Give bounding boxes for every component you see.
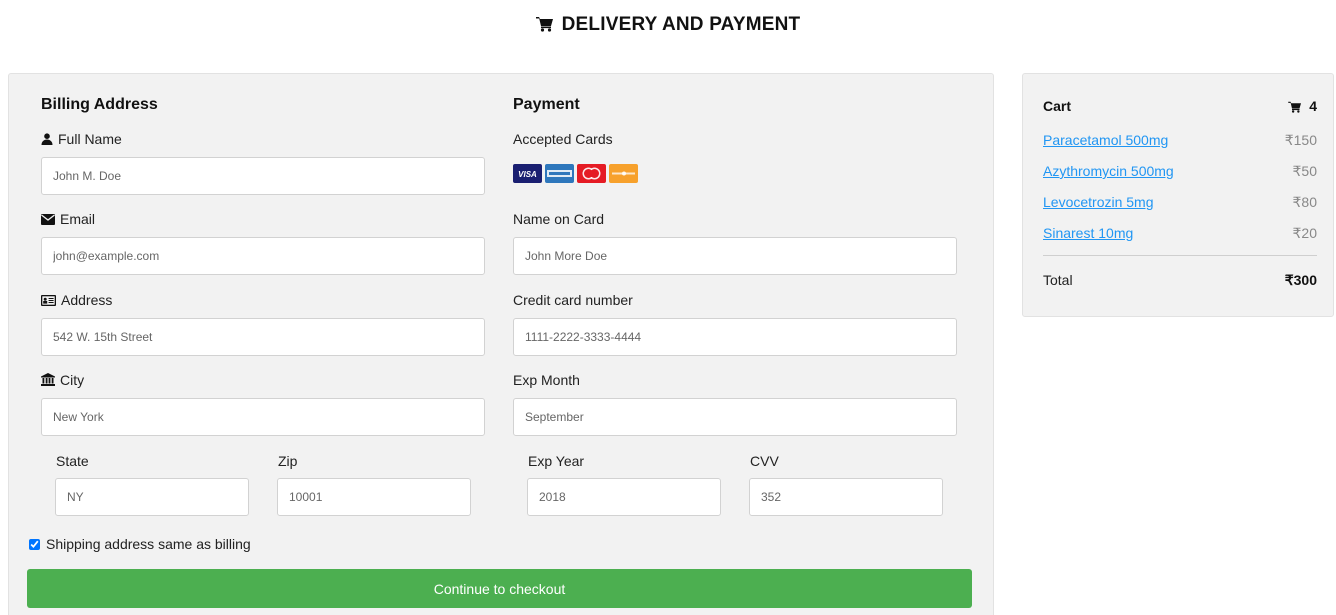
accepted-cards-label: Accepted Cards bbox=[513, 131, 613, 147]
cvv-label: CVV bbox=[750, 453, 779, 469]
page-title-text: DELIVERY AND PAYMENT bbox=[561, 14, 801, 35]
cart-item-price: ₹80 bbox=[1292, 194, 1317, 210]
mastercard-icon bbox=[577, 164, 606, 183]
cart-total-row: Total ₹300 bbox=[1043, 272, 1317, 288]
user-icon bbox=[41, 132, 53, 148]
cart-count-value: 4 bbox=[1309, 98, 1317, 114]
cart-panel: Cart 4 Paracetamol 500mg ₹150 Azythromyc… bbox=[1022, 73, 1334, 317]
name-on-card-input[interactable] bbox=[513, 237, 957, 275]
city-label-text: City bbox=[60, 372, 85, 388]
address-input[interactable] bbox=[41, 318, 485, 356]
shipping-same-checkbox[interactable] bbox=[29, 539, 40, 550]
exp-month-label: Exp Month bbox=[513, 372, 580, 388]
address-label-text: Address bbox=[61, 292, 113, 308]
full-name-input[interactable] bbox=[41, 157, 485, 195]
institution-icon bbox=[41, 373, 55, 389]
discover-icon bbox=[609, 164, 638, 183]
cart-count: 4 bbox=[1288, 98, 1317, 114]
address-card-icon bbox=[41, 293, 56, 309]
cart-item: Sinarest 10mg ₹20 bbox=[1043, 225, 1317, 241]
cart-item-link[interactable]: Azythromycin 500mg bbox=[1043, 163, 1174, 179]
cart-item-link[interactable]: Sinarest 10mg bbox=[1043, 225, 1133, 241]
state-label: State bbox=[56, 453, 89, 469]
email-label: Email bbox=[41, 211, 95, 228]
cart-total-label: Total bbox=[1043, 272, 1073, 288]
full-name-label-text: Full Name bbox=[58, 131, 122, 147]
cart-title: Cart bbox=[1043, 98, 1072, 114]
continue-to-checkout-button[interactable]: Continue to checkout bbox=[27, 569, 972, 608]
cart-item-price: ₹20 bbox=[1292, 225, 1317, 241]
cart-item-link[interactable]: Levocetrozin 5mg bbox=[1043, 194, 1154, 210]
exp-year-label: Exp Year bbox=[528, 453, 585, 469]
cart-item: Azythromycin 500mg ₹50 bbox=[1043, 163, 1317, 179]
shopping-cart-icon bbox=[535, 16, 554, 38]
exp-month-input[interactable] bbox=[513, 398, 957, 436]
shopping-cart-icon bbox=[1288, 98, 1309, 114]
address-label: Address bbox=[41, 292, 112, 309]
cart-item-price: ₹150 bbox=[1284, 132, 1317, 148]
zip-label: Zip bbox=[278, 453, 298, 469]
envelope-icon bbox=[41, 212, 55, 228]
payment-heading: Payment bbox=[513, 96, 580, 113]
exp-year-input[interactable] bbox=[527, 478, 721, 516]
email-input[interactable] bbox=[41, 237, 485, 275]
shipping-same-label: Shipping address same as billing bbox=[46, 536, 251, 552]
cart-item: Paracetamol 500mg ₹150 bbox=[1043, 132, 1317, 148]
card-number-input[interactable] bbox=[513, 318, 957, 356]
cvv-input[interactable] bbox=[749, 478, 943, 516]
cart-item-link[interactable]: Paracetamol 500mg bbox=[1043, 132, 1168, 148]
cart-divider bbox=[1043, 255, 1317, 256]
name-on-card-label: Name on Card bbox=[513, 211, 605, 227]
svg-text:VISA: VISA bbox=[518, 170, 537, 179]
amex-icon bbox=[545, 164, 574, 183]
full-name-label: Full Name bbox=[41, 131, 122, 148]
checkout-form-panel: Billing Address Full Name Email Address … bbox=[8, 73, 994, 615]
page-title: DELIVERY AND PAYMENT bbox=[0, 14, 1336, 38]
cart-item-price: ₹50 bbox=[1292, 163, 1317, 179]
visa-icon: VISA bbox=[513, 164, 542, 183]
shipping-same-row[interactable]: Shipping address same as billing bbox=[29, 536, 251, 552]
cart-total-value: ₹300 bbox=[1284, 272, 1317, 288]
city-label: City bbox=[41, 372, 84, 389]
zip-input[interactable] bbox=[277, 478, 471, 516]
email-label-text: Email bbox=[60, 211, 96, 227]
cart-header: Cart 4 bbox=[1043, 98, 1317, 114]
state-input[interactable] bbox=[55, 478, 249, 516]
card-number-label: Credit card number bbox=[513, 292, 633, 308]
cart-item: Levocetrozin 5mg ₹80 bbox=[1043, 194, 1317, 210]
billing-heading: Billing Address bbox=[41, 96, 158, 113]
city-input[interactable] bbox=[41, 398, 485, 436]
